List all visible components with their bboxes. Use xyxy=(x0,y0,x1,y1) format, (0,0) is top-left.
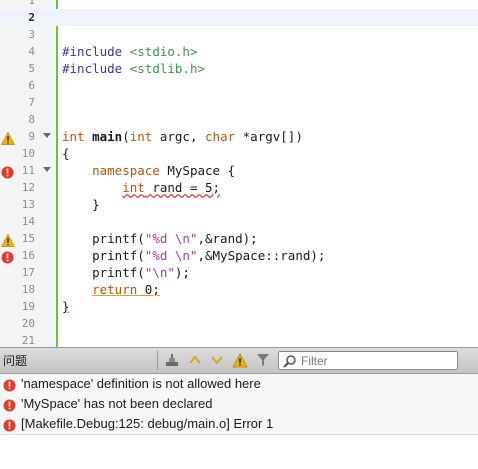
search-icon xyxy=(283,353,297,372)
line-number: 12 xyxy=(21,181,35,194)
error-icon xyxy=(3,397,16,412)
issues-panel-title: 问题 xyxy=(3,354,28,368)
issue-row[interactable]: [Makefile.Debug:125: debug/main.o] Error… xyxy=(0,414,478,435)
code-line[interactable]: 10 { xyxy=(0,145,478,162)
code-line[interactable]: 16 printf("%d \n",&MySpace::rand); xyxy=(0,247,478,264)
code-line[interactable]: 12 int rand = 5; xyxy=(0,179,478,196)
fold-triangle-icon[interactable] xyxy=(43,133,51,138)
line-number: 3 xyxy=(28,28,35,41)
line-number: 13 xyxy=(21,198,35,211)
code-line[interactable]: 2 xyxy=(0,9,478,26)
filter-box[interactable] xyxy=(278,351,458,370)
code-text: return 0; xyxy=(92,282,160,297)
line-number: 7 xyxy=(28,96,35,109)
line-number: 15 xyxy=(21,232,35,245)
code-line[interactable]: 5 #include <stdlib.h> xyxy=(0,60,478,77)
error-icon xyxy=(3,377,16,392)
funnel-icon[interactable] xyxy=(255,352,271,368)
line-number: 6 xyxy=(28,79,35,92)
code-text: int main(int argc, char *argv[]) xyxy=(62,129,303,144)
issue-row[interactable]: 'namespace' definition is not allowed he… xyxy=(0,374,478,395)
line-number: 2 xyxy=(28,11,35,24)
line-number: 1 xyxy=(28,0,35,7)
code-line[interactable]: 17 printf("\n"); xyxy=(0,264,478,281)
warnings-toggle-icon[interactable] xyxy=(232,352,248,368)
fold-triangle-icon[interactable] xyxy=(43,167,51,172)
issue-row[interactable]: 'MySpace' has not been declared xyxy=(0,394,478,415)
line-number: 4 xyxy=(28,45,35,58)
issues-panel-header: 问题 xyxy=(0,348,478,374)
next-issue-icon[interactable] xyxy=(209,352,225,368)
code-line[interactable]: 9 int main(int argc, char *argv[]) xyxy=(0,128,478,145)
filter-settings-icon[interactable] xyxy=(164,352,180,368)
code-text: printf("%d \n",&MySpace::rand); xyxy=(62,248,326,263)
line-number: 16 xyxy=(21,249,35,262)
line-number: 21 xyxy=(21,334,35,347)
code-text: #include <stdlib.h> xyxy=(62,61,206,76)
code-text: printf("\n"); xyxy=(62,265,190,280)
code-text: int rand = 5; xyxy=(122,180,221,195)
code-line[interactable]: 1 xyxy=(0,0,478,9)
line-number: 20 xyxy=(21,317,35,330)
warning-icon[interactable] xyxy=(0,232,16,247)
line-number: 5 xyxy=(28,62,35,75)
previous-issue-icon[interactable] xyxy=(187,352,203,368)
line-number: 19 xyxy=(21,300,35,313)
code-text: { xyxy=(62,146,70,161)
issue-text: [Makefile.Debug:125: debug/main.o] Error… xyxy=(21,416,274,431)
issue-text: 'namespace' definition is not allowed he… xyxy=(21,376,261,391)
code-line[interactable]: 19} xyxy=(0,298,478,315)
line-number: 18 xyxy=(21,283,35,296)
code-line[interactable]: 20 xyxy=(0,315,478,332)
code-line[interactable]: 18 return 0; xyxy=(0,281,478,298)
line-number: 8 xyxy=(28,113,35,126)
code-line[interactable]: 15 printf("%d \n",&rand); xyxy=(0,230,478,247)
error-icon[interactable] xyxy=(1,249,14,264)
code-editor[interactable]: 1 2 3 4 #include <stdio.h> 5 #include <stdlib.… xyxy=(0,0,478,347)
code-line[interactable]: 3 xyxy=(0,26,478,43)
issue-text: 'MySpace' has not been declared xyxy=(21,396,213,411)
line-number: 11 xyxy=(21,164,35,177)
code-line[interactable]: 13 } xyxy=(0,196,478,213)
code-line[interactable]: 21 xyxy=(0,332,478,347)
issues-panel: 问题 'namespace' definition is xyxy=(0,347,478,469)
code-line[interactable]: 4 #include <stdio.h> xyxy=(0,43,478,60)
code-text: namespace MySpace { xyxy=(92,163,236,178)
error-icon xyxy=(3,417,16,432)
filter-input[interactable] xyxy=(301,352,451,369)
error-icon[interactable] xyxy=(1,164,14,179)
code-text: } xyxy=(62,299,70,314)
warning-icon[interactable] xyxy=(0,130,16,145)
code-line[interactable]: 11 namespace MySpace { xyxy=(0,162,478,179)
line-number: 14 xyxy=(21,215,35,228)
line-number: 17 xyxy=(21,266,35,279)
code-text: #include <stdio.h> xyxy=(62,44,198,59)
code-text: } xyxy=(62,197,100,212)
toolbar-separator xyxy=(157,351,158,370)
line-number: 10 xyxy=(21,147,35,160)
code-line[interactable]: 14 xyxy=(0,213,478,230)
code-text: printf("%d \n",&rand); xyxy=(62,231,258,246)
code-line[interactable]: 7 xyxy=(0,94,478,111)
line-number: 9 xyxy=(28,130,35,143)
code-line[interactable]: 8 xyxy=(0,111,478,128)
code-line[interactable]: 6 xyxy=(0,77,478,94)
